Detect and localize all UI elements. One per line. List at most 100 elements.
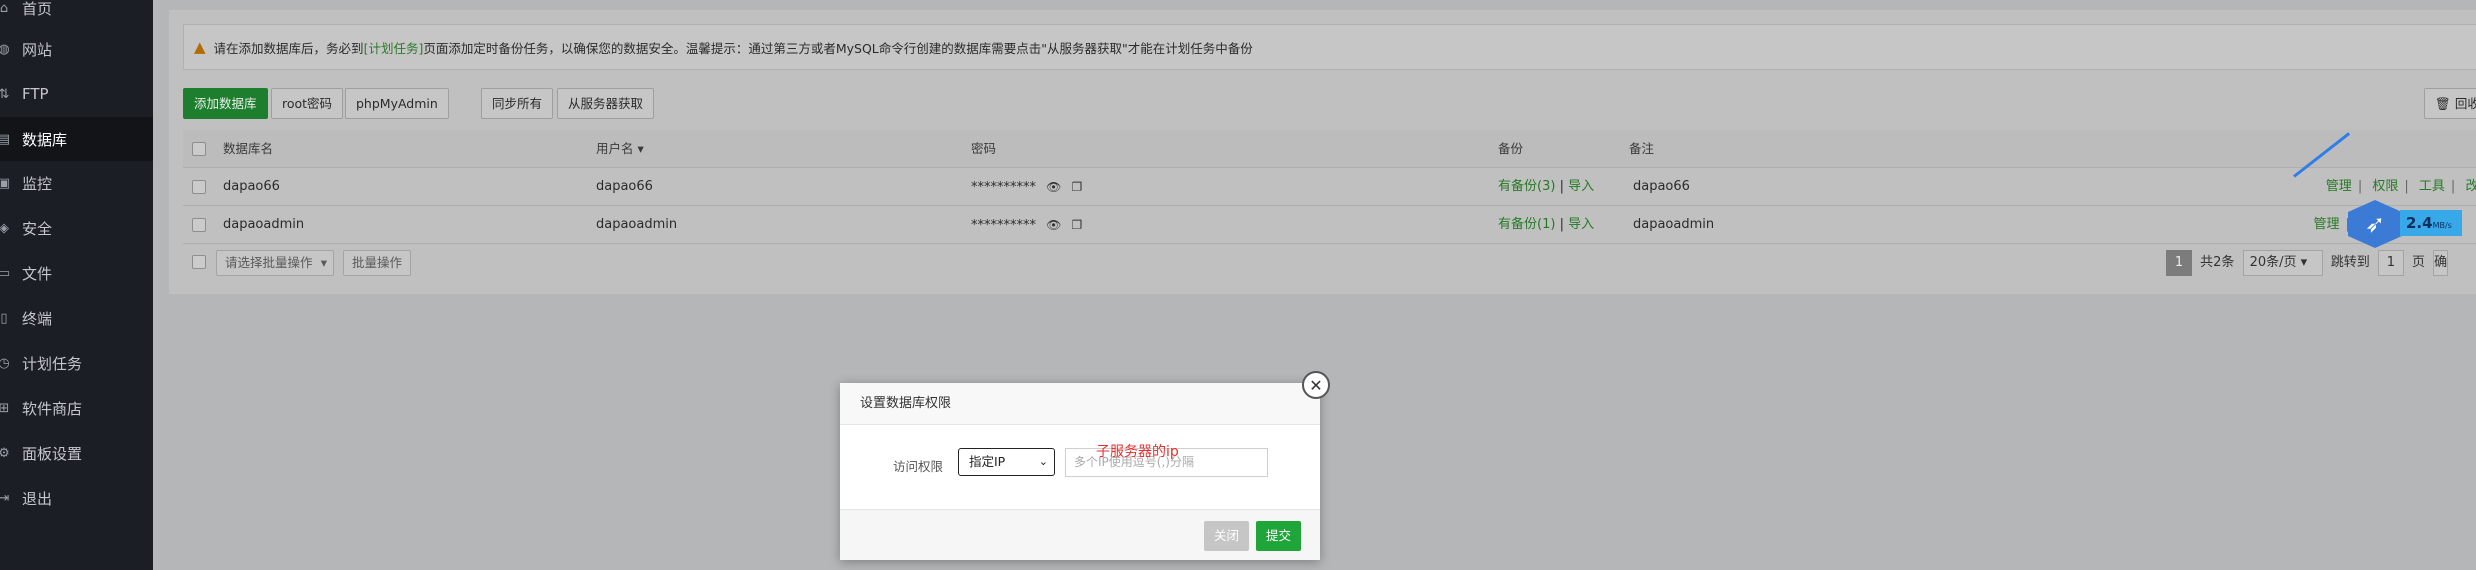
sidebar-item-home[interactable]: ⌂ 首页: [0, 0, 153, 30]
sidebar-item-settings[interactable]: ⚙ 面板设置: [0, 431, 153, 475]
bulk-action-button[interactable]: 批量操作: [343, 250, 412, 276]
monitor-icon: ▣: [0, 175, 11, 191]
sidebar-item-label: 软件商店: [22, 399, 83, 418]
db-user: dapao66: [596, 179, 653, 194]
change-password-link[interactable]: 改密: [2465, 179, 2476, 194]
manage-link[interactable]: 管理: [2326, 179, 2352, 194]
modal-body: 访问权限 指定IP ⌄ 多个IP使用逗号(,)分隔 子服务器的ip: [840, 425, 1320, 509]
sidebar-item-label: 退出: [22, 489, 53, 508]
sidebar-item-cron[interactable]: ◷ 计划任务: [0, 341, 153, 385]
password-mask: **********: [971, 218, 1036, 233]
per-page-select[interactable]: 20条/页 ▾: [2242, 249, 2323, 276]
sidebar-item-label: 数据库: [22, 130, 68, 149]
annotation-text: 子服务器的ip: [1096, 444, 1179, 460]
gear-icon: ⚙: [0, 445, 10, 461]
manage-link[interactable]: 管理: [2313, 217, 2339, 232]
per-page-value: 20条/页: [2249, 254, 2297, 270]
sidebar: ⌂ 首页 ◍ 网站 ⇅ FTP ▤ 数据库 ▣ 监控 ◈ 安全 ▭ 文件 ▯ 终…: [0, 0, 153, 570]
sidebar-item-label: 监控: [22, 174, 53, 193]
bulk-action-placeholder: 请选择批量操作: [225, 255, 313, 270]
shield-icon: ◈: [0, 220, 9, 236]
db-note[interactable]: dapaoadmin: [1633, 206, 1714, 244]
speed-value: 2.4MB/s: [2400, 210, 2462, 236]
database-icon: ▤: [0, 131, 11, 147]
sync-all-button[interactable]: 同步所有: [481, 88, 554, 119]
home-icon: ⌂: [0, 0, 9, 16]
db-user: dapaoadmin: [596, 217, 678, 232]
select-all-checkbox[interactable]: [192, 142, 206, 156]
ftp-icon: ⇅: [0, 86, 10, 102]
sidebar-item-website[interactable]: ◍ 网站: [0, 27, 153, 71]
chevron-down-icon: ▾: [320, 255, 327, 270]
db-password: ********** 👁 ❐: [971, 206, 1082, 244]
backup-link[interactable]: 有备份(3): [1498, 179, 1555, 194]
network-speed-widget[interactable]: ➶ 2.4MB/s: [2348, 200, 2462, 248]
db-password: ********** 👁 ❐: [971, 168, 1082, 206]
backup-link[interactable]: 有备份(1): [1498, 217, 1555, 232]
sidebar-item-label: 安全: [22, 219, 53, 238]
bird-icon: ➶: [2348, 200, 2402, 248]
access-label: 访问权限: [893, 459, 944, 474]
header-note: 备注: [1629, 141, 1655, 156]
header-password: 密码: [971, 141, 997, 156]
row-checkbox[interactable]: [192, 218, 206, 232]
permission-link[interactable]: 权限: [2372, 179, 2398, 194]
root-password-button[interactable]: root密码: [271, 88, 344, 119]
tip-suffix: 页面添加定时备份任务，以确保您的数据安全。温馨提示：通过第三方或者MySQL命令…: [423, 40, 1253, 56]
copy-icon[interactable]: ❐: [1072, 206, 1083, 244]
sidebar-item-database[interactable]: ▤ 数据库: [0, 117, 153, 161]
jump-confirm-button[interactable]: 确: [2433, 249, 2449, 276]
sidebar-item-ftp[interactable]: ⇅ FTP: [0, 72, 153, 116]
import-link[interactable]: 导入: [1568, 217, 1594, 232]
db-name: dapaoadmin: [223, 217, 305, 232]
submit-button[interactable]: 提交: [1256, 521, 1302, 551]
row-checkbox[interactable]: [192, 180, 206, 194]
tip-banner: ▲ 请在添加数据库后，务必到 [计划任务] 页面添加定时备份任务，以确保您的数据…: [183, 24, 2476, 70]
import-link[interactable]: 导入: [1568, 179, 1594, 194]
table-row: dapaoadmin dapaoadmin ********** 👁 ❐ 有备份…: [183, 206, 2476, 244]
tip-cron-link[interactable]: [计划任务]: [364, 38, 424, 57]
close-button[interactable]: 关闭: [1204, 521, 1250, 551]
footer-checkbox[interactable]: [192, 255, 206, 269]
table-footer: 请选择批量操作 ▾ 批量操作 1 共2条 20条/页 ▾ 跳转到 1 页 确: [183, 248, 2476, 278]
sidebar-item-security[interactable]: ◈ 安全: [0, 206, 153, 250]
header-user[interactable]: 用户名 ▾: [596, 130, 644, 168]
fetch-from-server-button[interactable]: 从服务器获取: [557, 88, 655, 119]
db-backup: 有备份(3) | 导入: [1498, 168, 1594, 206]
sidebar-item-label: 首页: [22, 0, 53, 18]
pagination: 1 共2条 20条/页 ▾ 跳转到 1 页 确: [2162, 249, 2452, 277]
page-current[interactable]: 1: [2166, 249, 2192, 276]
sidebar-item-terminal[interactable]: ▯ 终端: [0, 296, 153, 340]
access-select-value: 指定IP: [969, 454, 1006, 469]
speed-number: 2.4: [2406, 214, 2433, 232]
sidebar-item-label: 终端: [22, 309, 53, 328]
access-select[interactable]: 指定IP ⌄: [958, 448, 1055, 476]
add-database-button[interactable]: 添加数据库: [183, 88, 268, 119]
header-name: 数据库名: [223, 141, 274, 156]
sidebar-item-label: 文件: [22, 264, 53, 283]
tools-link[interactable]: 工具: [2419, 179, 2445, 194]
sidebar-item-monitor[interactable]: ▣ 监控: [0, 161, 153, 205]
db-note[interactable]: dapao66: [1633, 168, 1690, 206]
sidebar-item-logout[interactable]: ⇥ 退出: [0, 476, 153, 520]
tip-prefix: 请在添加数据库后，务必到: [213, 40, 364, 56]
jump-input[interactable]: 1: [2377, 249, 2404, 276]
folder-icon: ▭: [0, 265, 11, 281]
sidebar-item-store[interactable]: ⊞ 软件商店: [0, 386, 153, 430]
table-header: 数据库名 用户名 ▾ 密码 备份 备注: [183, 130, 2476, 168]
phpmyadmin-button[interactable]: phpMyAdmin: [345, 88, 449, 119]
eye-icon[interactable]: 👁: [1046, 206, 1061, 244]
modal-title: 设置数据库权限: [840, 383, 1320, 425]
bulk-action-select[interactable]: 请选择批量操作 ▾: [216, 250, 334, 276]
recycle-bin-button[interactable]: 🗑 回收: [2424, 88, 2476, 119]
trash-icon: 🗑: [2435, 96, 2455, 111]
password-mask: **********: [971, 180, 1036, 195]
sidebar-item-files[interactable]: ▭ 文件: [0, 251, 153, 295]
copy-icon[interactable]: ❐: [1072, 168, 1083, 206]
sidebar-item-label: FTP: [22, 85, 49, 103]
sidebar-item-label: 计划任务: [22, 354, 83, 373]
modal-close-icon[interactable]: ✕: [1302, 371, 1330, 399]
total-count: 共2条: [2200, 255, 2235, 270]
chevron-down-icon: ⌄: [1038, 455, 1048, 468]
eye-icon[interactable]: 👁: [1046, 168, 1061, 206]
